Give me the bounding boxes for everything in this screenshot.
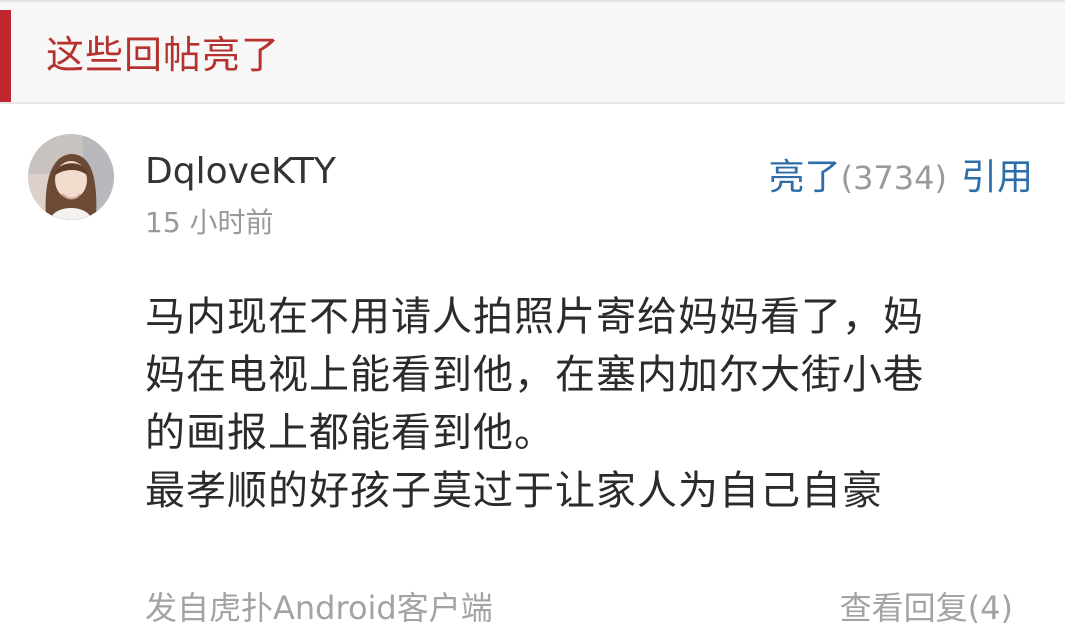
post-actions: 亮了 (3734) 引用 — [769, 148, 1033, 198]
section-title: 这些回帖亮了 — [46, 33, 281, 77]
quote-button[interactable]: 引用 — [961, 148, 1033, 200]
hot-replies-page: 这些回帖亮了 DqloveKTY 15 小时前 亮了 (3734) 引用 马内现… — [0, 0, 1065, 636]
section-header: 这些回帖亮了 — [0, 0, 1065, 104]
content-line: 的画报上都能看到他。 — [145, 410, 555, 456]
post-source: 发自虎扑Android客户端 — [145, 589, 493, 627]
section-accent-bar — [0, 10, 11, 102]
content-line: 马内现在不用请人拍照片寄给妈妈看了，妈 — [145, 294, 924, 340]
post-content: 马内现在不用请人拍照片寄给妈妈看了，妈 妈在电视上能看到他，在塞内加尔大街小巷 … — [145, 288, 1025, 520]
content-line: 妈在电视上能看到他，在塞内加尔大街小巷 — [145, 352, 924, 398]
light-button[interactable]: 亮了 — [769, 148, 841, 200]
avatar[interactable] — [28, 134, 114, 220]
avatar-photo-icon — [28, 134, 114, 220]
light-count: (3734) — [840, 159, 947, 197]
view-replies-link[interactable]: 查看回复(4) — [840, 585, 1013, 631]
username[interactable]: DqloveKTY — [145, 150, 336, 194]
content-line: 最孝顺的好孩子莫过于让家人为自己自豪 — [145, 468, 883, 514]
post-time: 15 小时前 — [145, 206, 274, 239]
